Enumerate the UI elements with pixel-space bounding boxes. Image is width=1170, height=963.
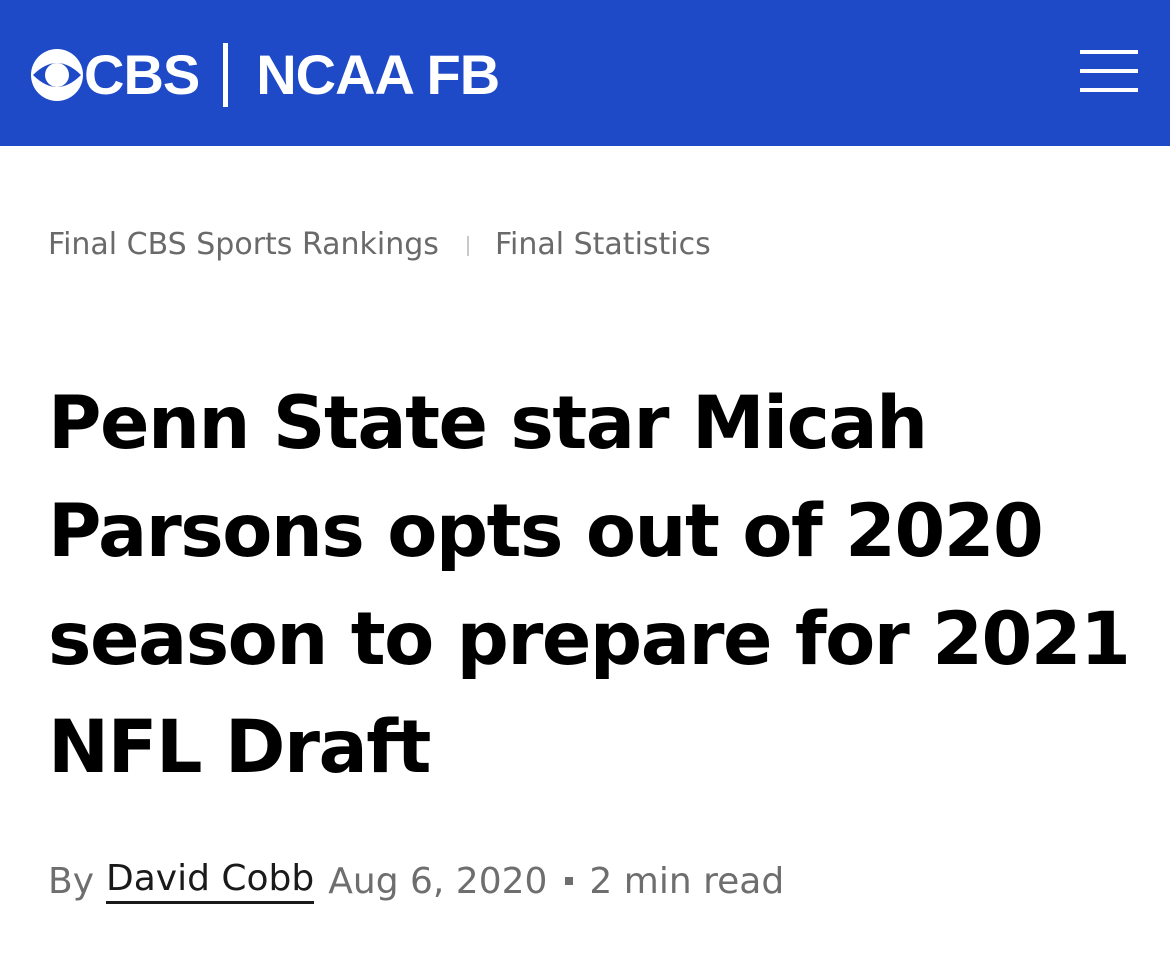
byline-separator-dot bbox=[565, 877, 574, 885]
site-header: CBS NCAA FB bbox=[0, 0, 1170, 146]
section-title: NCAA FB bbox=[256, 43, 500, 106]
menu-line-top bbox=[1080, 50, 1138, 54]
logo-divider bbox=[223, 43, 229, 107]
read-time: 2 min read bbox=[589, 860, 785, 902]
menu-line-middle bbox=[1080, 69, 1138, 73]
brand-wordmark: CBS bbox=[84, 43, 200, 106]
cbs-eye-icon bbox=[31, 49, 83, 101]
author-link[interactable]: David Cobb bbox=[106, 858, 315, 904]
publish-date: Aug 6, 2020 bbox=[328, 860, 548, 902]
menu-line-bottom bbox=[1080, 88, 1138, 92]
byline-prefix: By bbox=[48, 860, 95, 902]
site-logo[interactable]: CBS NCAA FB bbox=[30, 43, 500, 107]
article-byline: By David Cobb Aug 6, 2020 2 min read bbox=[48, 855, 784, 907]
subnav-item-rankings[interactable]: Final CBS Sports Rankings bbox=[48, 227, 439, 262]
subnav-item-statistics[interactable]: Final Statistics bbox=[495, 227, 711, 262]
article-headline: Penn State star Micah Parsons opts out o… bbox=[48, 381, 1131, 790]
subnav-separator bbox=[466, 236, 469, 256]
sub-navigation: Final CBS Sports Rankings Final Statisti… bbox=[48, 222, 711, 266]
hamburger-menu-icon[interactable] bbox=[1080, 50, 1138, 92]
